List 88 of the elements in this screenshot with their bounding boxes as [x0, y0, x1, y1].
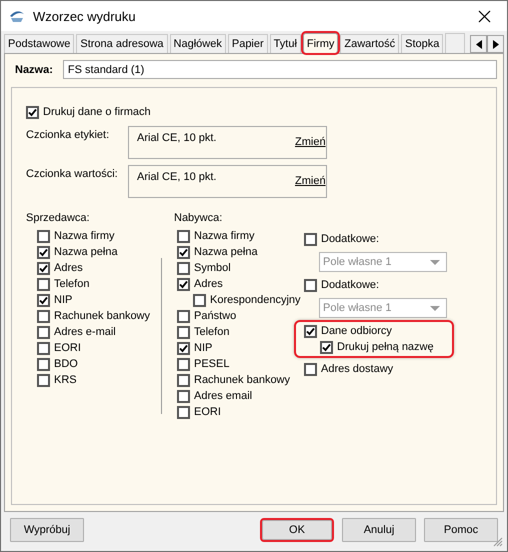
- checkbox-label: Nazwa pełna: [194, 246, 258, 258]
- checkbox[interactable]: [177, 278, 190, 291]
- font-value: Arial CE, 10 pkt.: [137, 171, 218, 183]
- tab[interactable]: Stopka: [401, 34, 444, 53]
- checkbox[interactable]: [37, 326, 50, 339]
- checkbox[interactable]: [177, 358, 190, 371]
- tab[interactable]: Tytuł: [270, 34, 301, 53]
- checkbox[interactable]: [177, 262, 190, 275]
- checkbox-label: Nazwa firmy: [194, 230, 255, 242]
- dialog-button[interactable]: Wypróbuj: [10, 518, 84, 542]
- checkbox[interactable]: [177, 326, 190, 339]
- tab[interactable]: Firmy: [302, 33, 338, 53]
- checkbox[interactable]: [37, 278, 50, 291]
- checkbox[interactable]: [193, 294, 206, 307]
- name-field[interactable]: FS standard (1): [62, 60, 497, 79]
- checkbox-label: Nazwa firmy: [54, 230, 115, 242]
- checkbox[interactable]: [37, 230, 50, 243]
- checkbox-label: Telefon: [194, 326, 230, 338]
- caret-icon: [430, 260, 440, 265]
- tab[interactable]: Papier: [228, 34, 268, 53]
- app-logo-icon: [9, 9, 25, 23]
- font-value: Arial CE, 10 pkt.: [137, 132, 218, 144]
- checkbox[interactable]: [177, 390, 190, 403]
- font-label: Czcionka wartości:: [26, 167, 119, 182]
- tab[interactable]: Podstawowe: [4, 34, 74, 53]
- change-link[interactable]: Zmień: [295, 136, 326, 148]
- checkbox[interactable]: [37, 310, 50, 323]
- checkbox[interactable]: [304, 362, 317, 376]
- tab[interactable]: Zawartość: [340, 34, 400, 53]
- dialog-button[interactable]: Pomoc: [424, 518, 498, 542]
- scroll-left-button[interactable]: [470, 35, 487, 53]
- checkbox[interactable]: [304, 278, 317, 292]
- checkbox-label: EORI: [194, 406, 221, 418]
- scroll-right-button[interactable]: [487, 35, 504, 53]
- checkbox[interactable]: [37, 358, 50, 371]
- checkbox-label: Drukuj pełną nazwę: [337, 341, 434, 354]
- checkbox-label: Adres e-mail: [54, 326, 116, 338]
- checkbox-label: Adres: [194, 278, 223, 290]
- checkbox-label: Dodatkowe:: [321, 279, 380, 292]
- checkbox-label: Państwo: [194, 310, 236, 322]
- checkbox[interactable]: [177, 374, 190, 387]
- checkbox-label: Korespondencyjny: [210, 294, 301, 306]
- checkbox[interactable]: [37, 374, 50, 387]
- checkbox-label: NIP: [54, 294, 72, 306]
- checkbox[interactable]: [177, 246, 190, 259]
- checkbox-label: Adres: [54, 262, 83, 274]
- checkbox-label: KRS: [54, 374, 77, 386]
- checkbox-label: Rachunek bankowy: [54, 310, 150, 322]
- resize-grip-icon[interactable]: [493, 537, 503, 547]
- checkbox[interactable]: [177, 406, 190, 419]
- checkbox-label: PESEL: [194, 358, 230, 370]
- font-label: Czcionka etykiet:: [26, 128, 110, 143]
- checkbox[interactable]: [304, 232, 317, 246]
- change-link[interactable]: Zmień: [295, 175, 326, 187]
- close-icon: [478, 10, 490, 22]
- checkbox[interactable]: [177, 230, 190, 243]
- checkbox-label: Nazwa pełna: [54, 246, 118, 258]
- section-title: Sprzedawca:: [26, 212, 91, 226]
- checkbox-label: EORI: [54, 342, 81, 354]
- checkbox[interactable]: [177, 310, 190, 323]
- checkbox[interactable]: [37, 294, 50, 307]
- checkbox-label: Telefon: [54, 278, 90, 290]
- section-title: Nabywca:: [174, 212, 224, 226]
- checkbox-label: Dane odbiorcy: [321, 325, 392, 338]
- checkbox[interactable]: [37, 262, 50, 275]
- checkbox[interactable]: [37, 246, 50, 259]
- window-title: Wzorzec wydruku: [33, 8, 137, 24]
- caret-icon: [430, 306, 440, 311]
- checkbox-label: Symbol: [194, 262, 231, 274]
- checkbox-label: Dodatkowe:: [321, 233, 380, 246]
- checkbox[interactable]: [320, 340, 333, 354]
- right-arrow-icon: [492, 40, 498, 48]
- checkbox-label: Rachunek bankowy: [194, 374, 290, 386]
- dialog-button[interactable]: OK: [260, 518, 334, 542]
- dialog-button[interactable]: Anuluj: [342, 518, 416, 542]
- tab[interactable]: Nagłówek: [170, 34, 226, 53]
- checkbox[interactable]: [26, 106, 39, 118]
- field-label: Nazwa:: [15, 64, 53, 76]
- checkbox-label: NIP: [194, 342, 212, 354]
- checkbox-label: BDO: [54, 358, 78, 370]
- checkbox[interactable]: [177, 342, 190, 355]
- checkbox-label: Drukuj dane o firmach: [43, 106, 151, 118]
- checkbox-label: Adres email: [194, 390, 252, 402]
- left-arrow-icon: [476, 40, 482, 48]
- tab[interactable]: Strona adresowa: [76, 34, 168, 53]
- checkbox[interactable]: [304, 324, 317, 338]
- checkbox-label: Adres dostawy: [321, 363, 394, 376]
- checkbox[interactable]: [37, 342, 50, 355]
